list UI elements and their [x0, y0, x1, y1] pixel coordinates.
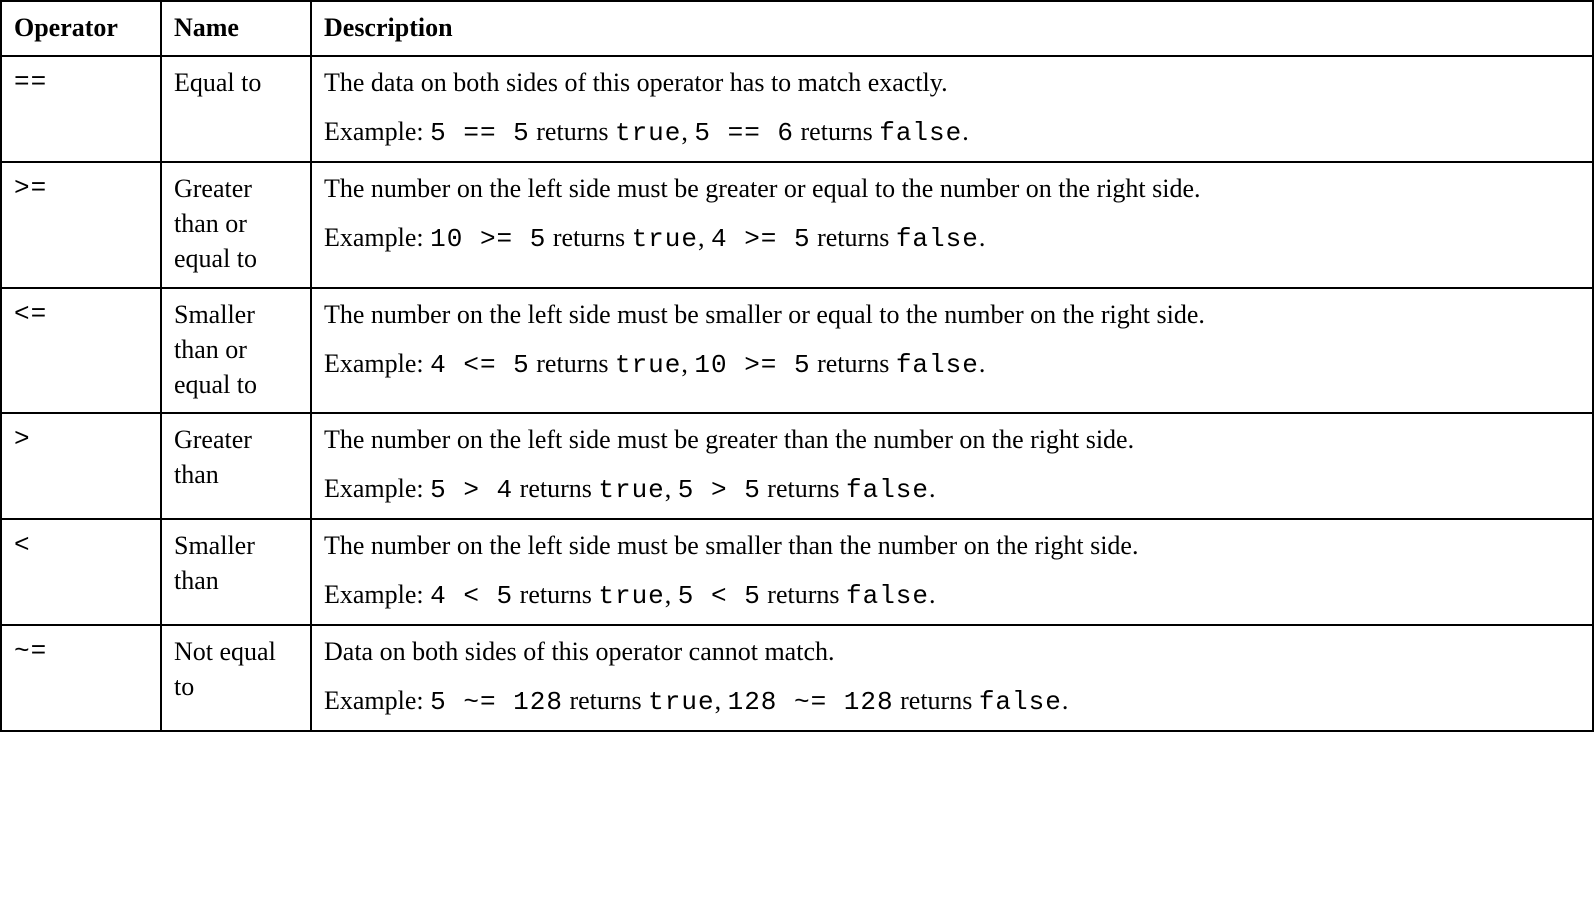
example-code: 5 > 4 — [430, 475, 513, 505]
example-result: true — [615, 118, 681, 148]
table-row: ==Equal to The data on both sides of this… — [1, 56, 1593, 162]
table-row: <Smaller than The number on the left side… — [1, 519, 1593, 625]
description-cell: The data on both sides of this operator … — [311, 56, 1593, 162]
operators-table: Operator Name Description ==Equal to The … — [0, 0, 1594, 732]
example-result: true — [648, 687, 714, 717]
example-prefix: Example: — [324, 686, 430, 715]
example-code: 4 <= 5 — [430, 350, 530, 380]
operator-cell: ~= — [1, 625, 161, 731]
example-end: . — [962, 117, 969, 146]
example-code: 10 >= 5 — [694, 350, 810, 380]
description-cell: The number on the left side must be grea… — [311, 413, 1593, 519]
example-end: . — [979, 223, 986, 252]
operator-cell: == — [1, 56, 161, 162]
description-cell: Data on both sides of this operator cann… — [311, 625, 1593, 731]
description-cell: The number on the left side must be grea… — [311, 162, 1593, 287]
header-description: Description — [311, 1, 1593, 56]
example-sep: , — [681, 117, 694, 146]
example-text: returns — [530, 349, 615, 378]
example-result: false — [846, 475, 929, 505]
example-sep: , — [698, 223, 711, 252]
operator-cell: < — [1, 519, 161, 625]
table-row: ~=Not equal to Data on both sides of this… — [1, 625, 1593, 731]
example-line: Example: 5 > 4 returns true, 5 > 5 retur… — [324, 471, 1580, 508]
example-end: . — [929, 474, 936, 503]
example-code: 5 > 5 — [678, 475, 761, 505]
example-result: true — [632, 224, 698, 254]
example-text: returns — [761, 474, 846, 503]
example-text: returns — [513, 580, 598, 609]
example-result: false — [879, 118, 962, 148]
example-result: true — [598, 475, 664, 505]
example-prefix: Example: — [324, 117, 430, 146]
example-result: true — [615, 350, 681, 380]
example-prefix: Example: — [324, 580, 430, 609]
description-text: The number on the left side must be grea… — [324, 422, 1580, 457]
example-sep: , — [665, 474, 678, 503]
example-end: . — [979, 349, 986, 378]
example-line: Example: 5 ~= 128 returns true, 128 ~= 1… — [324, 683, 1580, 720]
example-text: returns — [761, 580, 846, 609]
name-cell: Greater than or equal to — [161, 162, 311, 287]
example-text: returns — [530, 117, 615, 146]
example-result: false — [896, 350, 979, 380]
example-text: returns — [811, 349, 896, 378]
header-operator: Operator — [1, 1, 161, 56]
example-code: 5 == 5 — [430, 118, 530, 148]
name-cell: Equal to — [161, 56, 311, 162]
example-result: false — [896, 224, 979, 254]
table-row: >=Greater than or equal to The number on … — [1, 162, 1593, 287]
description-text: The number on the left side must be smal… — [324, 528, 1580, 563]
example-line: Example: 5 == 5 returns true, 5 == 6 ret… — [324, 114, 1580, 151]
example-text: returns — [811, 223, 896, 252]
example-result: false — [979, 687, 1062, 717]
table-row: <=Smaller than or equal to The number on … — [1, 288, 1593, 413]
operator-cell: > — [1, 413, 161, 519]
example-end: . — [929, 580, 936, 609]
example-text: returns — [894, 686, 979, 715]
example-code: 5 == 6 — [694, 118, 794, 148]
example-code: 5 ~= 128 — [430, 687, 563, 717]
example-line: Example: 10 >= 5 returns true, 4 >= 5 re… — [324, 220, 1580, 257]
example-sep: , — [665, 580, 678, 609]
example-end: . — [1062, 686, 1069, 715]
example-code: 128 ~= 128 — [728, 687, 894, 717]
description-cell: The number on the left side must be smal… — [311, 288, 1593, 413]
header-name: Name — [161, 1, 311, 56]
description-text: The number on the left side must be smal… — [324, 297, 1580, 332]
example-code: 10 >= 5 — [430, 224, 546, 254]
name-cell: Not equal to — [161, 625, 311, 731]
description-text: The number on the left side must be grea… — [324, 171, 1580, 206]
example-line: Example: 4 <= 5 returns true, 10 >= 5 re… — [324, 346, 1580, 383]
example-prefix: Example: — [324, 474, 430, 503]
name-cell: Smaller than — [161, 519, 311, 625]
example-text: returns — [513, 474, 598, 503]
example-result: false — [846, 581, 929, 611]
example-sep: , — [681, 349, 694, 378]
table-row: >Greater than The number on the left side… — [1, 413, 1593, 519]
example-text: returns — [563, 686, 648, 715]
operator-cell: >= — [1, 162, 161, 287]
table-header-row: Operator Name Description — [1, 1, 1593, 56]
example-prefix: Example: — [324, 223, 430, 252]
example-prefix: Example: — [324, 349, 430, 378]
operator-cell: <= — [1, 288, 161, 413]
example-code: 5 < 5 — [678, 581, 761, 611]
example-sep: , — [715, 686, 728, 715]
name-cell: Smaller than or equal to — [161, 288, 311, 413]
example-code: 4 >= 5 — [711, 224, 811, 254]
example-text: returns — [546, 223, 631, 252]
description-text: Data on both sides of this operator cann… — [324, 634, 1580, 669]
example-code: 4 < 5 — [430, 581, 513, 611]
description-text: The data on both sides of this operator … — [324, 65, 1580, 100]
example-text: returns — [794, 117, 879, 146]
description-cell: The number on the left side must be smal… — [311, 519, 1593, 625]
example-result: true — [598, 581, 664, 611]
example-line: Example: 4 < 5 returns true, 5 < 5 retur… — [324, 577, 1580, 614]
name-cell: Greater than — [161, 413, 311, 519]
